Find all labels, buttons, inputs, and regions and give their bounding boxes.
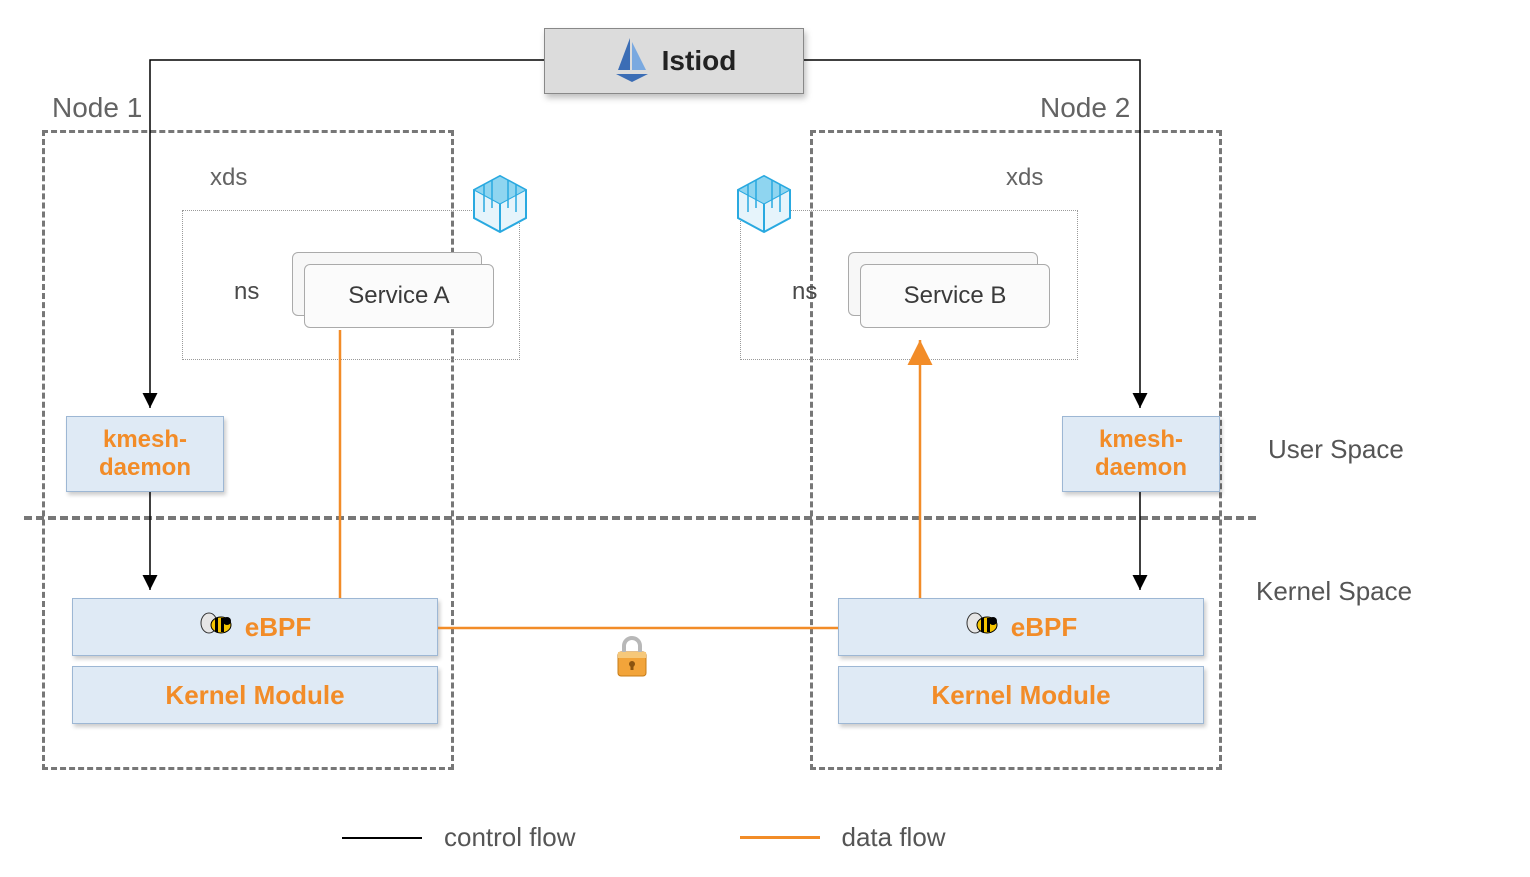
node2-kernel-module-box: Kernel Module	[838, 666, 1204, 724]
node2-ebpf-box: eBPF	[838, 598, 1204, 656]
node2-xds-label: xds	[1006, 164, 1043, 192]
kernel-space-label: Kernel Space	[1256, 576, 1412, 607]
bee-icon	[199, 609, 235, 646]
kernel-module-label: Kernel Module	[165, 680, 344, 711]
space-divider	[24, 516, 1256, 520]
kubernetes-icon	[468, 172, 532, 236]
service-card: Service B	[860, 264, 1050, 328]
bee-icon	[965, 609, 1001, 646]
service-label: Service A	[348, 282, 449, 310]
legend-line-data	[740, 836, 820, 839]
legend-control-label: control flow	[444, 822, 576, 853]
istiod-box: Istiod	[544, 28, 804, 94]
kmesh-label: kmesh- daemon	[1095, 426, 1187, 481]
node2-kmesh-daemon: kmesh- daemon	[1062, 416, 1220, 492]
node1-kernel-module-box: Kernel Module	[72, 666, 438, 724]
kubernetes-icon	[732, 172, 796, 236]
node2-title: Node 2	[1040, 92, 1130, 124]
istio-sail-icon	[612, 36, 652, 87]
ebpf-label: eBPF	[1011, 612, 1077, 643]
node1-ebpf-box: eBPF	[72, 598, 438, 656]
ebpf-label: eBPF	[245, 612, 311, 643]
user-space-label: User Space	[1268, 434, 1404, 465]
node2-ns-label: ns	[792, 278, 817, 306]
node1-ns-label: ns	[234, 278, 259, 306]
node1-title: Node 1	[52, 92, 142, 124]
node1-kmesh-daemon: kmesh- daemon	[66, 416, 224, 492]
node1-xds-label: xds	[210, 164, 247, 192]
legend: control flow data flow	[342, 822, 946, 853]
legend-data-label: data flow	[842, 822, 946, 853]
istiod-label: Istiod	[662, 45, 737, 77]
kernel-module-label: Kernel Module	[931, 680, 1110, 711]
service-label: Service B	[904, 282, 1007, 310]
legend-line-control	[342, 837, 422, 839]
node2-service-stack: Service B	[848, 252, 1058, 332]
node1-service-stack: Service A	[292, 252, 502, 332]
service-card: Service A	[304, 264, 494, 328]
lock-icon	[614, 634, 650, 683]
kmesh-label: kmesh- daemon	[99, 426, 191, 481]
